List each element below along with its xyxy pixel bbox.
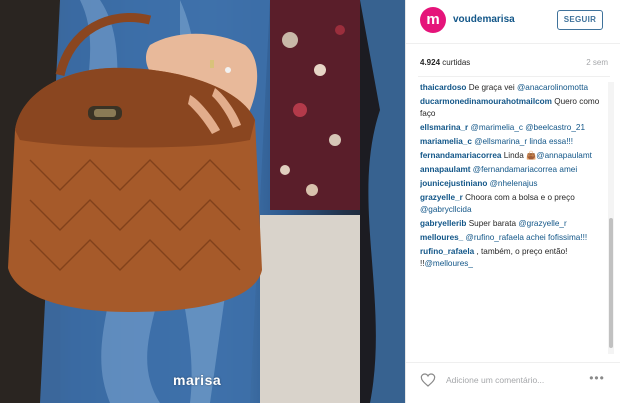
comment-username[interactable]: thaicardoso — [420, 83, 466, 92]
comment-item: thaicardoso De graça vei @anacarolinomot… — [420, 82, 606, 94]
comment-item: fernandamariacorrea Linda 👜@annapaulamt — [420, 150, 606, 162]
brand-watermark: marisa — [173, 372, 222, 388]
comment-list: thaicardoso De graça vei @anacarolinomot… — [420, 82, 606, 350]
comment-item: ellsmarina_r @marimelia_c @beelcastro_21 — [420, 122, 606, 134]
comment-item: melloures_ @rufino_rafaela achei fofissi… — [420, 232, 606, 244]
comment-mention[interactable]: @grazyelle_r — [518, 219, 566, 228]
divider — [418, 76, 610, 77]
comment-username[interactable]: ducarmonedinamourahotmailcom — [420, 97, 552, 106]
likes-number: 4.924 — [420, 58, 441, 67]
comment-username[interactable]: grazyelle_r — [420, 193, 463, 202]
more-options-button[interactable]: ••• — [588, 371, 606, 385]
likes-count[interactable]: 4.924 curtidas — [420, 58, 470, 67]
comment-username[interactable]: mariamelia_c — [420, 137, 472, 146]
comment-text: Choora com a bolsa e o preço — [465, 193, 575, 202]
comment-mention[interactable]: @anacarolinomotta — [517, 83, 588, 92]
post-photo-illustration — [0, 0, 405, 403]
post-footer: ••• — [406, 362, 620, 403]
post-photo: marisa — [0, 0, 405, 403]
comment-item: mariamelia_c @ellsmarina_r linda essa!!! — [420, 136, 606, 148]
comment-text: Super barata — [468, 219, 519, 228]
comment-mention[interactable]: @nhelenajus — [490, 179, 538, 188]
post-time[interactable]: 2 sem — [586, 58, 608, 67]
post-stats: 4.924 curtidas 2 sem — [420, 58, 608, 72]
likes-label: curtidas — [442, 58, 471, 67]
comment-mention[interactable]: @gabrycllcida — [420, 205, 472, 214]
comment-item: rufino_rafaela , também, o preço então! … — [420, 246, 606, 270]
comment-item: gabryellerib Super barata @grazyelle_r — [420, 218, 606, 230]
comment-text: Linda 👜 — [503, 151, 537, 160]
comment-text: De graça vei — [468, 83, 517, 92]
comment-username[interactable]: rufino_rafaela — [420, 247, 474, 256]
post-sidebar: m voudemarisa SEGUIR 4.924 curtidas 2 se… — [405, 0, 620, 403]
comment-username[interactable]: fernandamariacorrea — [420, 151, 501, 160]
comment-mention[interactable]: @melloures_ — [425, 259, 473, 268]
comment-username[interactable]: annapaulamt — [420, 165, 471, 174]
comment-mention[interactable]: @annapaulamt — [536, 151, 592, 160]
avatar[interactable]: m — [420, 7, 446, 33]
comment-username[interactable]: melloures_ — [420, 233, 463, 242]
comment-mention[interactable]: @marimelia_c @beelcastro_21 — [471, 123, 585, 132]
comment-item: jounicejustiniano @nhelenajus — [420, 178, 606, 190]
comment-username[interactable]: ellsmarina_r — [420, 123, 468, 132]
comment-item: grazyelle_r Choora com a bolsa e o preço… — [420, 192, 606, 216]
comment-username[interactable]: gabryellerib — [420, 219, 466, 228]
comment-input[interactable] — [446, 373, 581, 387]
username-link[interactable]: voudemarisa — [453, 14, 515, 25]
post-header: m voudemarisa SEGUIR — [406, 0, 620, 44]
heart-icon[interactable] — [420, 372, 436, 388]
comments-scrollbar[interactable] — [608, 82, 614, 354]
comment-mention[interactable]: @fernandamariacorrea amei — [473, 165, 577, 174]
follow-button[interactable]: SEGUIR — [557, 10, 603, 30]
comment-username[interactable]: jounicejustiniano — [420, 179, 487, 188]
scrollbar-thumb[interactable] — [609, 218, 613, 348]
comment-item: annapaulamt @fernandamariacorrea amei — [420, 164, 606, 176]
comment-item: ducarmonedinamourahotmailcom Quero como … — [420, 96, 606, 120]
comment-mention[interactable]: @rufino_rafaela achei fofissima!!! — [466, 233, 588, 242]
comment-mention[interactable]: @ellsmarina_r linda essa!!! — [474, 137, 573, 146]
